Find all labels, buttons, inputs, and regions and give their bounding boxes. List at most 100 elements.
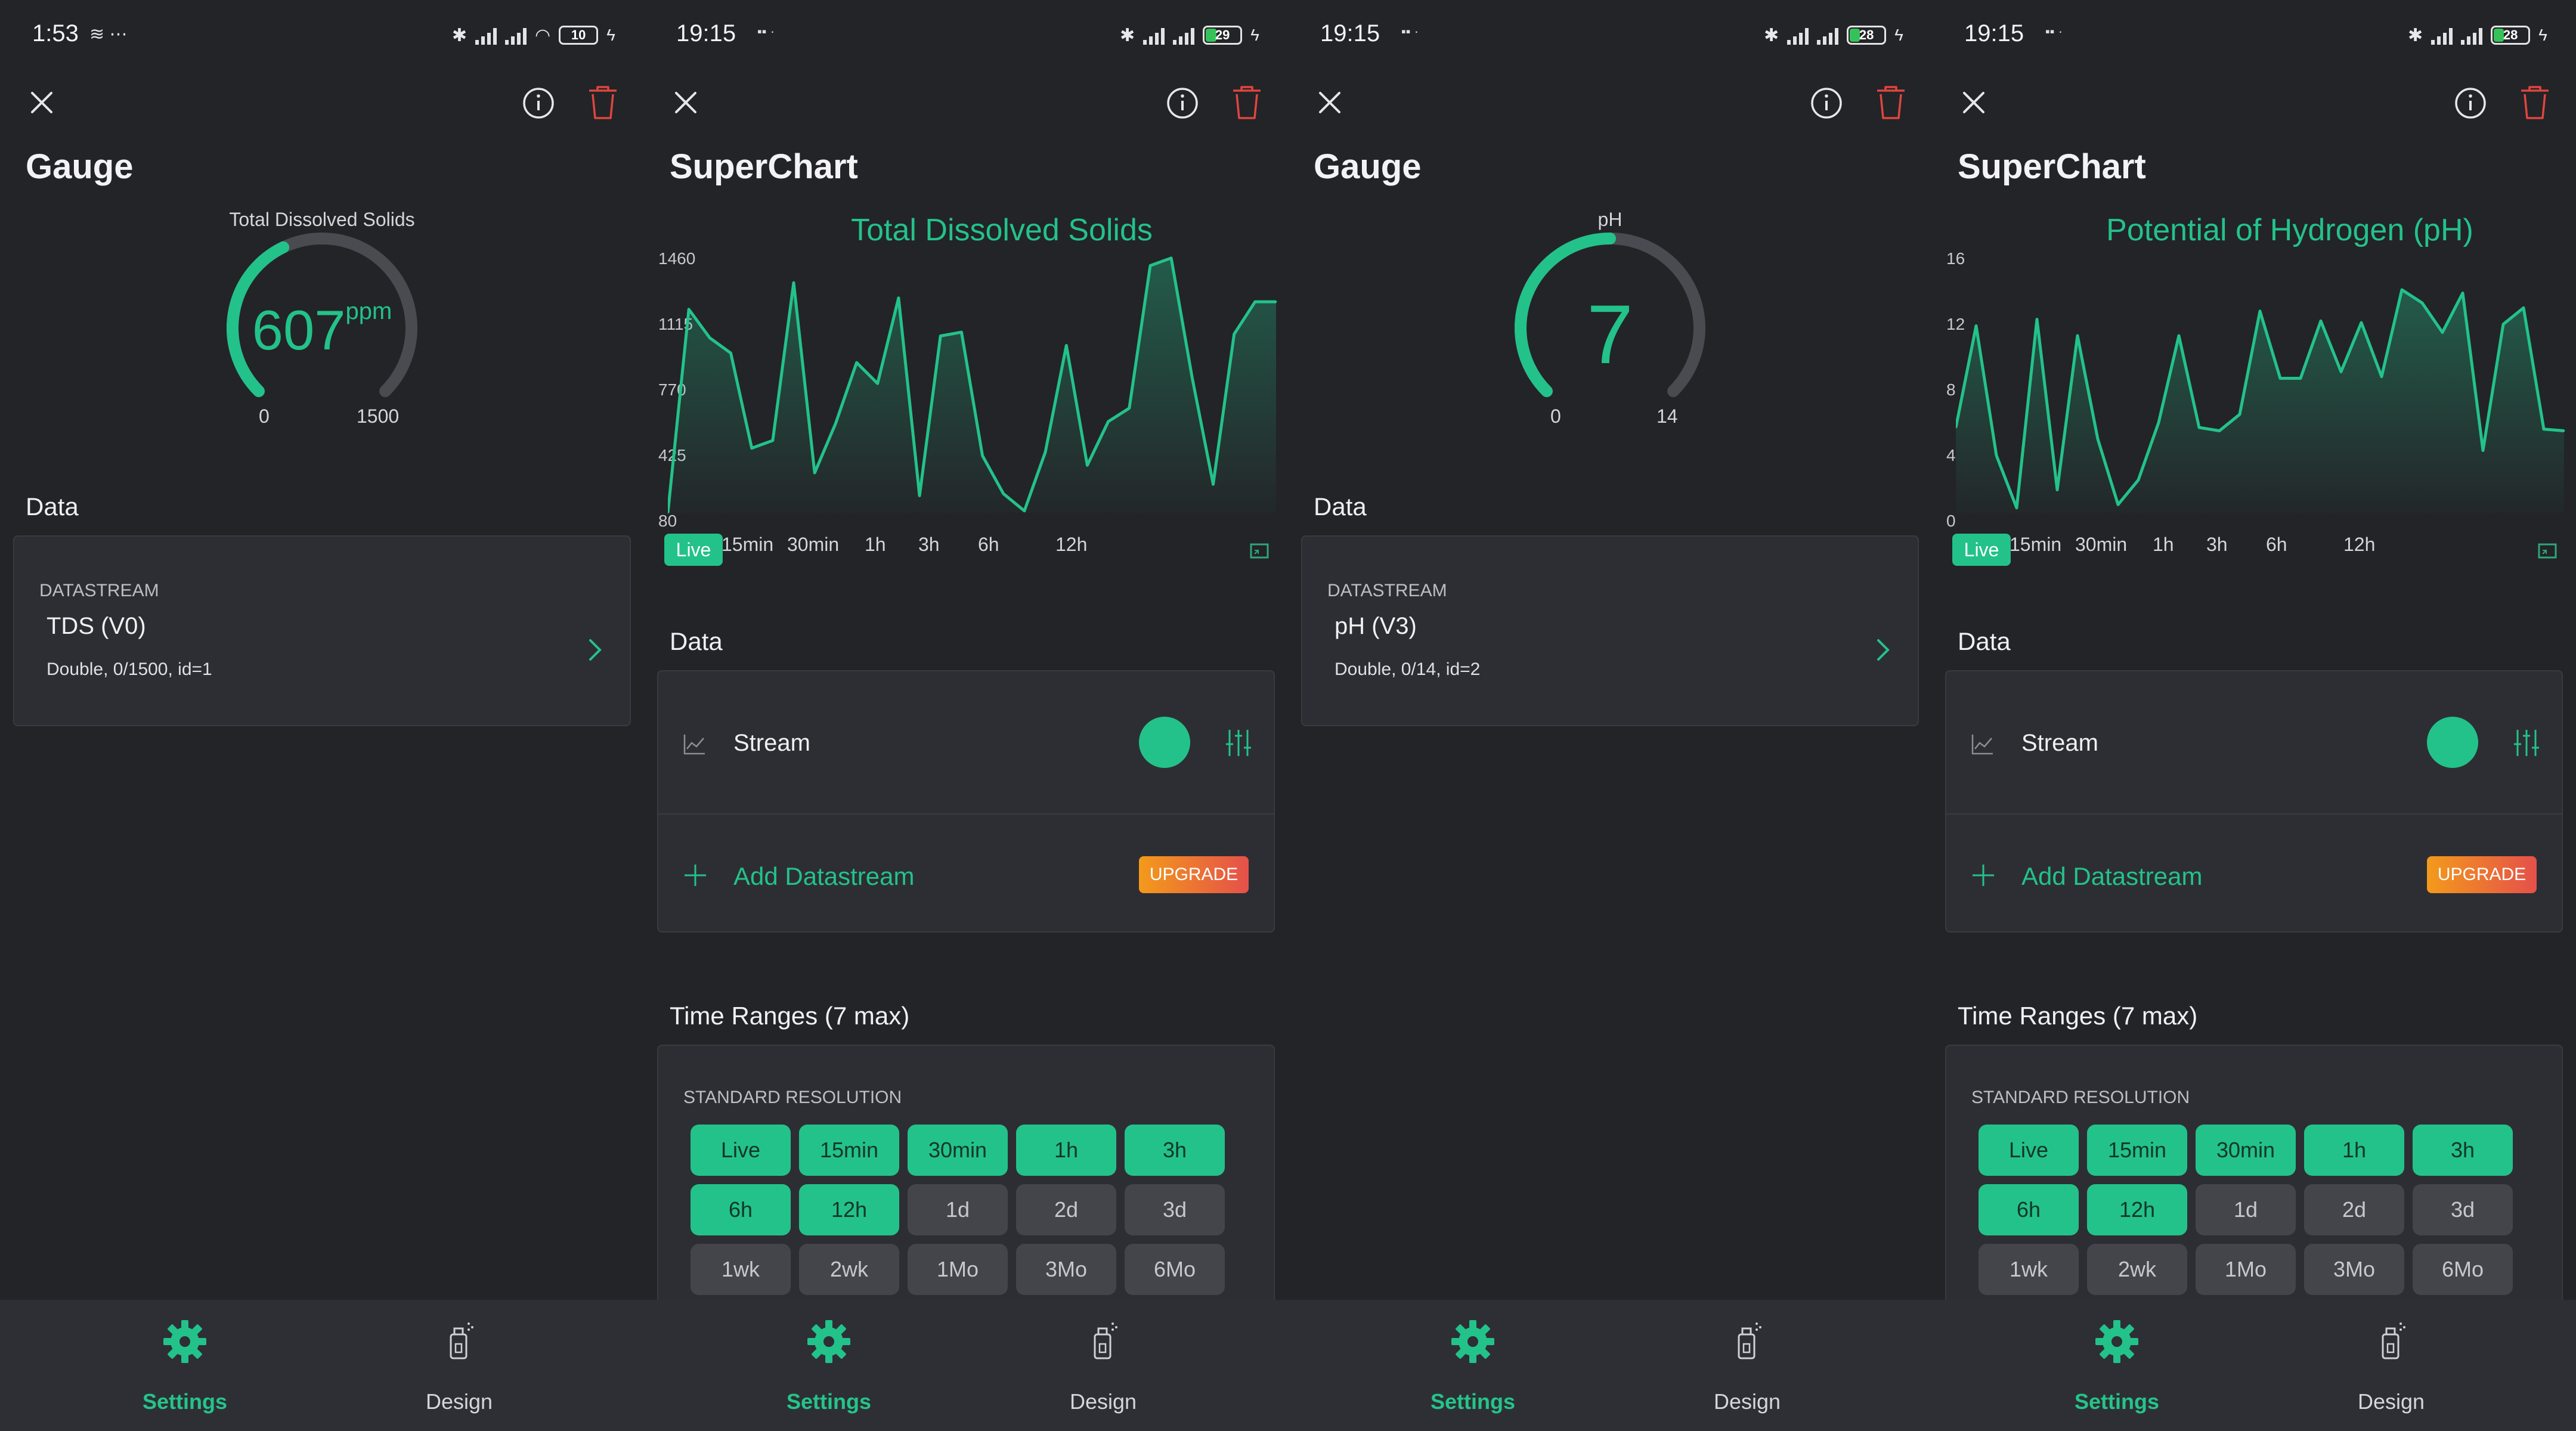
signal-icon [504,26,527,45]
chart-tab-3h[interactable]: 3h [918,534,940,556]
info-button[interactable] [1807,83,1846,123]
delete-button[interactable] [1227,82,1267,124]
time-range-12h[interactable]: 12h [799,1184,899,1235]
chart-tab-live[interactable]: Live [1952,534,2011,566]
time-range-30min[interactable]: 30min [2196,1125,2296,1176]
chart-tab-1h[interactable]: 1h [865,534,886,556]
nav-settings[interactable]: Settings [2027,1318,2206,1414]
close-button[interactable] [1956,85,1992,120]
time-range-2wk[interactable]: 2wk [2087,1244,2187,1295]
nav-settings[interactable]: Settings [1383,1318,1562,1414]
chart-point [1107,420,1110,423]
chart-tab-6h[interactable]: 6h [978,534,999,556]
nav-design[interactable]: Design [1014,1318,1193,1414]
time-range-1wk[interactable]: 1wk [1979,1244,2079,1295]
chart-point [2462,292,2464,294]
time-range-1d[interactable]: 1d [908,1184,1008,1235]
chart-tab-30min[interactable]: 30min [2075,534,2127,556]
stream-row[interactable]: Stream [658,671,1274,814]
time-range-3d[interactable]: 3d [2413,1184,2513,1235]
chart-point [1023,510,1026,512]
chart-point [1170,257,1172,259]
chart-tab-15min[interactable]: 15min [2010,534,2061,556]
time-range-1Mo[interactable]: 1Mo [2196,1244,2296,1295]
nav-design[interactable]: Design [370,1318,549,1414]
standard-resolution-label: STANDARD RESOLUTION [683,1088,902,1107]
time-range-3d[interactable]: 3d [1125,1184,1225,1235]
close-button[interactable] [668,85,704,120]
time-range-3Mo[interactable]: 3Mo [1016,1244,1116,1295]
time-range-3Mo[interactable]: 3Mo [2304,1244,2404,1295]
time-range-2wk[interactable]: 2wk [799,1244,899,1295]
time-range-3h[interactable]: 3h [2413,1125,2513,1176]
time-range-15min[interactable]: 15min [799,1125,899,1176]
time-range-15min[interactable]: 15min [2087,1125,2187,1176]
chart-tab-30min[interactable]: 30min [787,534,839,556]
delete-button[interactable] [583,82,623,124]
chevron-right-icon [589,639,602,661]
bluetooth-icon: ✱ [1120,25,1135,45]
status-time: 1:53 [32,20,79,47]
time-range-6h[interactable]: 6h [691,1184,791,1235]
chart-tab-live[interactable]: Live [664,534,723,566]
chart-point [2482,450,2484,451]
nav-settings[interactable]: Settings [95,1318,274,1414]
equalizer-icon[interactable] [2512,726,2541,760]
delete-button[interactable] [2515,82,2555,124]
time-range-1h[interactable]: 1h [2304,1125,2404,1176]
chart-tab-15min[interactable]: 15min [722,534,773,556]
chart-point [2522,306,2525,309]
nav-settings-label: Settings [1430,1389,1515,1414]
chart-point [1254,301,1256,303]
chart-point [2320,320,2322,322]
stream-color-swatch[interactable] [2427,717,2478,768]
chart-point [688,308,690,311]
time-range-1d[interactable]: 1d [2196,1184,2296,1235]
fullscreen-icon[interactable] [1247,540,1271,563]
chart-tab-12h[interactable]: 12h [2343,534,2375,556]
chart-tab-6h[interactable]: 6h [2266,534,2287,556]
phone-screen-4: 19:15 ▪▪ · ✱ 28 ϟ SuperChart Potential of… [1932,0,2576,1431]
nav-design[interactable]: Design [1658,1318,1837,1414]
time-range-2d[interactable]: 2d [1016,1184,1116,1235]
close-icon [1319,92,1340,113]
stream-color-swatch[interactable] [1139,717,1190,768]
upgrade-button[interactable]: UPGRADE [1139,856,1249,893]
add-datastream-row[interactable]: Add Datastream UPGRADE [658,814,1274,934]
chart-point [2137,479,2140,481]
time-range-1h[interactable]: 1h [1016,1125,1116,1176]
fullscreen-icon[interactable] [2535,540,2559,563]
time-range-3h[interactable]: 3h [1125,1125,1225,1176]
info-button[interactable] [2451,83,2490,123]
time-range-Live[interactable]: Live [691,1125,791,1176]
info-button[interactable] [1163,83,1202,123]
upgrade-button[interactable]: UPGRADE [2427,856,2537,893]
chart-tab-3h[interactable]: 3h [2206,534,2228,556]
delete-button[interactable] [1871,82,1911,124]
time-range-1wk[interactable]: 1wk [691,1244,791,1295]
time-range-30min[interactable]: 30min [908,1125,1008,1176]
time-range-2d[interactable]: 2d [2304,1184,2404,1235]
time-range-6Mo[interactable]: 6Mo [2413,1244,2513,1295]
equalizer-icon[interactable] [1224,726,1253,760]
time-range-Live[interactable]: Live [1979,1125,2079,1176]
datastream-card[interactable]: DATASTREAM TDS (V0) Double, 0/1500, id=1 [13,535,631,726]
chart-point [1995,454,1998,457]
nav-design[interactable]: Design [2302,1318,2481,1414]
time-range-12h[interactable]: 12h [2087,1184,2187,1235]
gear-icon [2095,1320,2138,1363]
time-range-6h[interactable]: 6h [1979,1184,2079,1235]
close-button[interactable] [24,85,60,120]
time-range-1Mo[interactable]: 1Mo [908,1244,1008,1295]
status-icons: ✱ 29 ϟ [1120,20,1259,50]
nav-settings[interactable]: Settings [739,1318,918,1414]
datastream-card[interactable]: DATASTREAM pH (V3) Double, 0/14, id=2 [1301,535,1919,726]
close-button[interactable] [1312,85,1348,120]
chart-tab-12h[interactable]: 12h [1055,534,1087,556]
info-button[interactable] [519,83,558,123]
chart-tab-1h[interactable]: 1h [2153,534,2174,556]
close-icon [31,92,52,113]
time-range-6Mo[interactable]: 6Mo [1125,1244,1225,1295]
stream-row[interactable]: Stream [1946,671,2562,814]
add-datastream-row[interactable]: Add Datastream UPGRADE [1946,814,2562,934]
